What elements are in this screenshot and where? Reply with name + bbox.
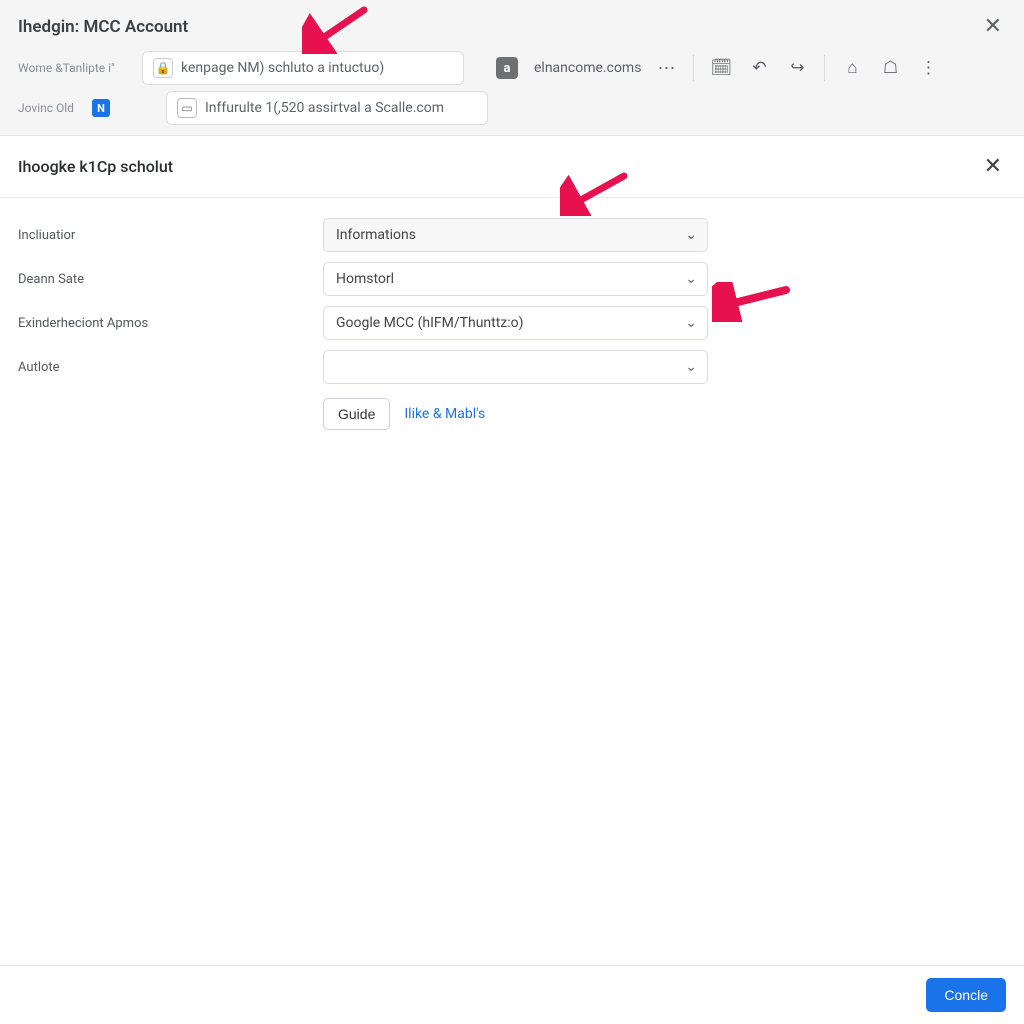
select-exinder-value: Google MCC (hIFM/Thunttz:o) <box>336 315 524 331</box>
modal: Ihoogke k1Cp scholut ✕ Incliuatior Infor… <box>0 136 1024 448</box>
label-exinder: Exinderheciont Apmos <box>18 316 323 331</box>
form-row-exinder: Exinderheciont Apmos Google MCC (hIFM/Th… <box>18 306 1006 340</box>
n-badge-icon[interactable]: N <box>92 99 110 117</box>
window-title: Ihedgin: MCC Account <box>18 17 188 37</box>
secondary-address-text: Inffurulte 1(,520 assirtval a Scalle.com <box>205 100 444 116</box>
select-exinder[interactable]: Google MCC (hIFM/Thunttz:o) ⌄ <box>323 306 708 340</box>
toolbar-right: a elnancome.coms ⋯ 🗓 ↶ ↪ ⌂ ☖ ⋮ <box>496 55 939 81</box>
form-row-autlote: Autlote ⌄ <box>18 350 1006 384</box>
breadcrumb-2: Jovinc Old <box>18 101 78 115</box>
form-row-deannsate: Deann Sate Homstorl ⌄ <box>18 262 1006 296</box>
select-deannsate-value: Homstorl <box>336 271 394 287</box>
chevron-down-icon: ⌄ <box>685 359 697 375</box>
top-toolbar: Ihedgin: MCC Account ✕ Wome &Tanlipte i"… <box>0 0 1024 136</box>
profile-icon[interactable]: ☖ <box>879 57 901 79</box>
forward-icon[interactable]: ↪ <box>786 57 808 79</box>
undo-icon[interactable]: ↶ <box>748 57 770 79</box>
page-icon: ▭ <box>177 98 197 118</box>
primary-action-button[interactable]: Concle <box>926 978 1006 1012</box>
footer-bar: Concle <box>0 965 1024 1024</box>
chevron-down-icon: ⌄ <box>685 315 697 331</box>
modal-header: Ihoogke k1Cp scholut ✕ <box>0 136 1024 198</box>
secondary-address-bar[interactable]: ▭ Inffurulte 1(,520 assirtval a Scalle.c… <box>166 91 488 125</box>
more-dots-icon[interactable]: ⋯ <box>657 58 677 79</box>
form-row-incliuatior: Incliuatior Informations ⌄ <box>18 218 1006 252</box>
select-incliuatior-value: Informations <box>336 227 416 243</box>
label-autlote: Autlote <box>18 360 323 375</box>
label-incliuatior: Incliuatior <box>18 228 323 243</box>
window-close-icon[interactable]: ✕ <box>980 12 1006 41</box>
more-link[interactable]: Ilike & Mabl's <box>404 406 485 422</box>
chevron-down-icon: ⌄ <box>685 271 697 287</box>
current-domain: elnancome.coms <box>534 60 641 76</box>
modal-close-icon[interactable]: ✕ <box>980 152 1006 181</box>
address-bar[interactable]: 🔒 kenpage NM) schluto a intuctuo) <box>142 51 464 85</box>
calendar-icon[interactable]: 🗓 <box>710 57 732 79</box>
label-deannsate: Deann Sate <box>18 272 323 287</box>
app-badge-icon[interactable]: a <box>496 57 518 79</box>
select-incliuatior[interactable]: Informations ⌄ <box>323 218 708 252</box>
form: Incliuatior Informations ⌄ Deann Sate Ho… <box>0 198 1024 448</box>
select-autlote[interactable]: ⌄ <box>323 350 708 384</box>
modal-title: Ihoogke k1Cp scholut <box>18 157 173 176</box>
address-bar-text: kenpage NM) schluto a intuctuo) <box>181 60 384 76</box>
form-actions: Guide Ilike & Mabl's <box>323 398 1006 430</box>
lock-icon: 🔒 <box>153 58 173 78</box>
separator <box>693 55 694 81</box>
separator <box>824 55 825 81</box>
guide-button[interactable]: Guide <box>323 398 390 430</box>
breadcrumb-1: Wome &Tanlipte i" <box>18 61 128 75</box>
home-icon[interactable]: ⌂ <box>841 57 863 79</box>
chevron-down-icon: ⌄ <box>685 227 697 243</box>
select-deannsate[interactable]: Homstorl ⌄ <box>323 262 708 296</box>
kebab-menu-icon[interactable]: ⋮ <box>917 57 939 79</box>
